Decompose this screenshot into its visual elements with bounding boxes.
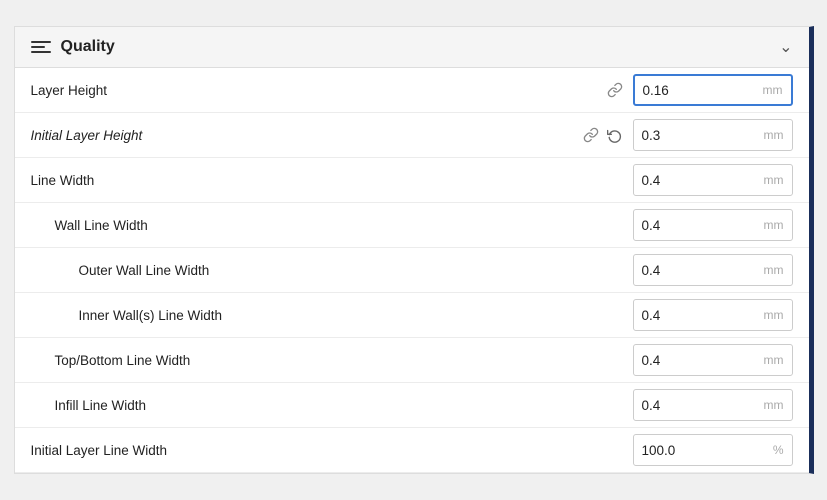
setting-row-infill-line-width: Infill Line Width mm xyxy=(15,383,809,428)
unit-layer-height: mm xyxy=(759,79,791,101)
unit-top-bottom-line-width: mm xyxy=(760,349,792,371)
link-icon-layer-height[interactable] xyxy=(605,80,625,100)
header-left: Quality xyxy=(31,38,115,56)
setting-row-layer-height: Layer Height mm xyxy=(15,68,809,113)
setting-row-top-bottom-line-width: Top/Bottom Line Width mm xyxy=(15,338,809,383)
label-wall-line-width: Wall Line Width xyxy=(31,218,577,233)
setting-row-inner-wall-line-width: Inner Wall(s) Line Width mm xyxy=(15,293,809,338)
input-layer-height[interactable] xyxy=(635,79,759,102)
input-outer-wall-line-width[interactable] xyxy=(634,259,760,282)
label-line-width: Line Width xyxy=(31,173,577,188)
label-initial-layer-line-width: Initial Layer Line Width xyxy=(31,443,577,458)
unit-wall-line-width: mm xyxy=(760,214,792,236)
input-initial-layer-line-width[interactable] xyxy=(634,439,769,462)
chevron-down-icon[interactable]: ⌄ xyxy=(779,37,792,57)
unit-infill-line-width: mm xyxy=(760,394,792,416)
link-icon-initial-layer-height[interactable] xyxy=(581,125,601,145)
label-outer-wall-line-width: Outer Wall Line Width xyxy=(31,263,577,278)
icons-layer-height xyxy=(577,80,625,100)
menu-icon xyxy=(31,41,51,53)
input-group-initial-layer-line-width: % xyxy=(633,434,793,466)
setting-row-wall-line-width: Wall Line Width mm xyxy=(15,203,809,248)
input-group-outer-wall-line-width: mm xyxy=(633,254,793,286)
setting-row-initial-layer-line-width: Initial Layer Line Width% xyxy=(15,428,809,473)
label-initial-layer-height: Initial Layer Height xyxy=(31,128,577,143)
input-infill-line-width[interactable] xyxy=(634,394,760,417)
input-group-inner-wall-line-width: mm xyxy=(633,299,793,331)
panel-title: Quality xyxy=(61,38,115,56)
input-group-layer-height: mm xyxy=(633,74,793,106)
reset-icon-initial-layer-height[interactable] xyxy=(605,125,625,145)
label-layer-height: Layer Height xyxy=(31,83,577,98)
unit-initial-layer-height: mm xyxy=(760,124,792,146)
unit-outer-wall-line-width: mm xyxy=(760,259,792,281)
label-infill-line-width: Infill Line Width xyxy=(31,398,577,413)
input-top-bottom-line-width[interactable] xyxy=(634,349,760,372)
unit-inner-wall-line-width: mm xyxy=(760,304,792,326)
panel-header: Quality ⌄ xyxy=(15,27,809,68)
input-initial-layer-height[interactable] xyxy=(634,124,760,147)
input-wall-line-width[interactable] xyxy=(634,214,760,237)
quality-panel: Quality ⌄ Layer HeightmmInitial Layer He… xyxy=(14,26,814,474)
label-top-bottom-line-width: Top/Bottom Line Width xyxy=(31,353,577,368)
input-group-infill-line-width: mm xyxy=(633,389,793,421)
unit-initial-layer-line-width: % xyxy=(769,439,792,461)
unit-line-width: mm xyxy=(760,169,792,191)
label-inner-wall-line-width: Inner Wall(s) Line Width xyxy=(31,308,577,323)
setting-row-initial-layer-height: Initial Layer Height mm xyxy=(15,113,809,158)
settings-rows: Layer HeightmmInitial Layer HeightmmLine… xyxy=(15,68,809,473)
input-group-initial-layer-height: mm xyxy=(633,119,793,151)
input-line-width[interactable] xyxy=(634,169,760,192)
icons-initial-layer-height xyxy=(577,125,625,145)
input-group-line-width: mm xyxy=(633,164,793,196)
input-group-top-bottom-line-width: mm xyxy=(633,344,793,376)
setting-row-line-width: Line Width mm xyxy=(15,158,809,203)
setting-row-outer-wall-line-width: Outer Wall Line Width mm xyxy=(15,248,809,293)
input-group-wall-line-width: mm xyxy=(633,209,793,241)
input-inner-wall-line-width[interactable] xyxy=(634,304,760,327)
